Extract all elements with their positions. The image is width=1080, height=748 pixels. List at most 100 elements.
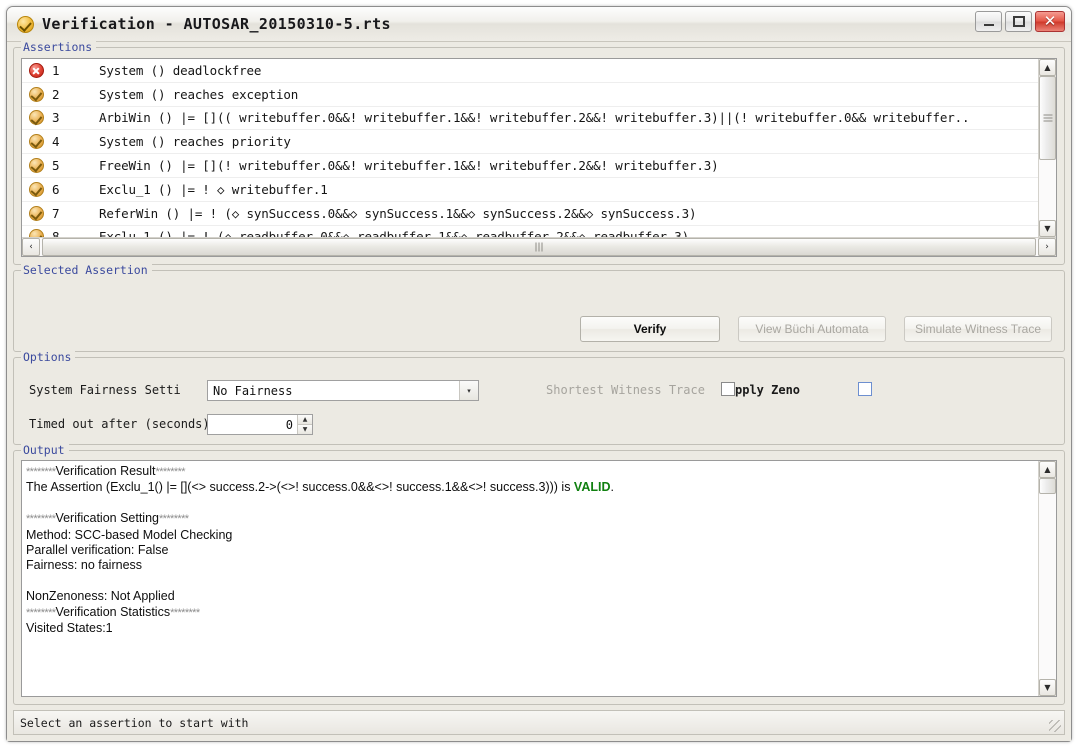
output-vscroll-thumb[interactable] [1039, 478, 1056, 494]
table-row[interactable]: 2 System () reaches exception [22, 82, 1038, 107]
output-panel[interactable]: ********Verification Result******** The A… [21, 460, 1057, 697]
assertions-vscroll-thumb[interactable] [1039, 76, 1056, 160]
table-row[interactable]: 7 ReferWin () |= ! (◇ synSuccess.0&&◇ syn… [22, 201, 1038, 226]
valid-check-icon [28, 229, 44, 237]
verify-button[interactable]: Verify [580, 316, 720, 342]
scroll-up-icon[interactable]: ▲ [1039, 59, 1056, 76]
table-row[interactable]: 3 ArbiWin () |= [](( writebuffer.0&&! wri… [22, 106, 1038, 131]
assertion-index: 1 [52, 62, 60, 78]
output-text[interactable]: ********Verification Result******** The A… [22, 461, 1038, 696]
apply-zeno-checkbox[interactable] [858, 382, 872, 396]
assertion-index: 8 [52, 229, 60, 237]
assertion-status-cell [22, 158, 50, 174]
window-client-area: Assertions 1 System () deadlockfree 2 Syste… [7, 40, 1071, 741]
assertion-expression: System () reaches priority [99, 134, 291, 150]
view-buchi-automata-button[interactable]: View Büchi Automata [738, 316, 886, 342]
timeout-value[interactable]: 0 [208, 418, 297, 432]
window-title: Verification - AUTOSAR_20150310-5.rts [42, 15, 391, 33]
selected-assertion-group: Selected Assertion Verify View Büchi Aut… [13, 263, 1065, 352]
apply-zeno-label: pply Zeno [735, 383, 801, 397]
stars-decoration: ******** [159, 513, 189, 526]
assertion-expression: ArbiWin () |= [](( writebuffer.0&&! writ… [99, 110, 970, 126]
output-line: Visited States:1 [26, 621, 113, 636]
action-buttons: Verify View Büchi Automata Simulate Witn… [580, 316, 1052, 342]
timed-out-after-label: Timed out after (seconds) [29, 417, 210, 431]
status-bar: Select an assertion to start with [13, 710, 1065, 735]
output-blank-line [26, 574, 1034, 589]
assertion-index: 7 [52, 205, 60, 221]
table-row[interactable]: 1 System () deadlockfree [22, 59, 1038, 83]
assertions-hscroll-track[interactable] [40, 238, 1038, 256]
scroll-grip-icon [1043, 114, 1052, 122]
scroll-down-icon[interactable]: ▼ [1039, 679, 1056, 696]
assertion-status-cell [22, 86, 50, 102]
options-legend: Options [21, 350, 76, 364]
assertions-list[interactable]: 1 System () deadlockfree 2 System () reache… [21, 58, 1057, 257]
maximize-button[interactable] [1005, 11, 1032, 32]
output-blank-line [26, 496, 1034, 511]
window-titlebar: Verification - AUTOSAR_20150310-5.rts ✕ [7, 7, 1071, 42]
assertion-expression: Exclu_1 () |= ! (◇ readbuffer.0&&◇ readb… [99, 229, 690, 237]
assertion-index: 6 [52, 181, 60, 197]
maximize-icon [1013, 16, 1025, 27]
assertions-rows-viewport: 1 System () deadlockfree 2 System () reache… [22, 59, 1056, 237]
assertions-vscroll-track[interactable] [1039, 76, 1056, 220]
valid-check-icon [28, 205, 44, 221]
minimize-icon [984, 24, 994, 26]
stars-decoration: ******** [26, 606, 56, 619]
scroll-left-icon[interactable]: ‹ [22, 238, 40, 256]
assertions-hscroll-thumb[interactable] [42, 238, 1036, 256]
chevron-down-icon[interactable]: ▾ [459, 381, 478, 400]
assertions-vertical-scrollbar[interactable]: ▲ ▼ [1038, 59, 1056, 237]
assertion-expression: System () deadlockfree [99, 62, 262, 78]
output-header-text: Verification Statistics [55, 604, 171, 619]
resize-grip-icon[interactable] [1049, 720, 1061, 732]
assertion-index: 2 [52, 86, 60, 102]
simulate-witness-trace-button[interactable]: Simulate Witness Trace [904, 316, 1052, 342]
table-row[interactable]: 8 Exclu_1 () |= ! (◇ readbuffer.0&&◇ read… [22, 225, 1038, 237]
system-fairness-select[interactable]: No Fairness ▾ [207, 380, 479, 401]
spinner-down-icon[interactable]: ▼ [297, 425, 312, 434]
scroll-up-icon[interactable]: ▲ [1039, 461, 1056, 478]
valid-check-icon [28, 158, 44, 174]
output-section-header: ********Verification Setting******** [26, 511, 1034, 527]
table-row[interactable]: 5 FreeWin () |= [](! writebuffer.0&&! wri… [22, 154, 1038, 178]
close-button[interactable]: ✕ [1035, 11, 1065, 32]
scroll-down-icon[interactable]: ▼ [1039, 220, 1056, 237]
output-legend: Output [21, 443, 69, 457]
assertion-status-cell [22, 229, 50, 237]
timeout-spin-buttons[interactable]: ▲ ▼ [297, 415, 312, 434]
close-icon: ✕ [1043, 12, 1057, 30]
result-suffix: . [610, 480, 614, 495]
assertion-expression: ReferWin () |= ! (◇ synSuccess.0&&◇ synS… [99, 205, 697, 221]
status-bar-text: Select an assertion to start with [20, 715, 249, 730]
spinner-up-icon[interactable]: ▲ [297, 415, 312, 425]
shortest-witness-trace-checkbox[interactable] [721, 382, 735, 396]
output-header-text: Verification Setting [55, 511, 159, 526]
assertion-status-cell [22, 205, 50, 221]
assertion-status-cell [22, 62, 50, 78]
timeout-stepper[interactable]: 0 ▲ ▼ [207, 414, 313, 435]
shortest-witness-trace-label: Shortest Witness Trace [546, 383, 705, 397]
output-line: Method: SCC-based Model Checking [26, 527, 233, 542]
assertion-status-cell [22, 134, 50, 150]
valid-check-icon [28, 86, 44, 102]
minimize-button[interactable] [975, 11, 1002, 32]
table-row[interactable]: 4 System () reaches priority [22, 130, 1038, 155]
assertions-horizontal-scrollbar[interactable]: ‹ › [22, 237, 1056, 256]
scroll-right-icon[interactable]: › [1038, 238, 1056, 256]
stars-decoration: ******** [170, 606, 200, 619]
output-vscroll-track[interactable] [1039, 478, 1056, 679]
assertions-group: Assertions 1 System () deadlockfree 2 Syste… [13, 40, 1065, 265]
verification-check-icon [17, 15, 34, 33]
valid-check-icon [28, 181, 44, 197]
assertion-index: 3 [52, 110, 60, 126]
error-icon [28, 62, 44, 78]
table-row[interactable]: 6 Exclu_1 () |= ! ◇ writebuffer.1 [22, 177, 1038, 202]
assertion-index: 5 [52, 158, 60, 174]
assertion-index: 4 [52, 134, 60, 150]
output-vertical-scrollbar[interactable]: ▲ ▼ [1038, 461, 1056, 696]
output-line: NonZenoness: Not Applied [26, 589, 175, 604]
assertion-expression: Exclu_1 () |= ! ◇ writebuffer.1 [99, 181, 328, 197]
verification-window: Verification - AUTOSAR_20150310-5.rts ✕ … [6, 6, 1072, 742]
